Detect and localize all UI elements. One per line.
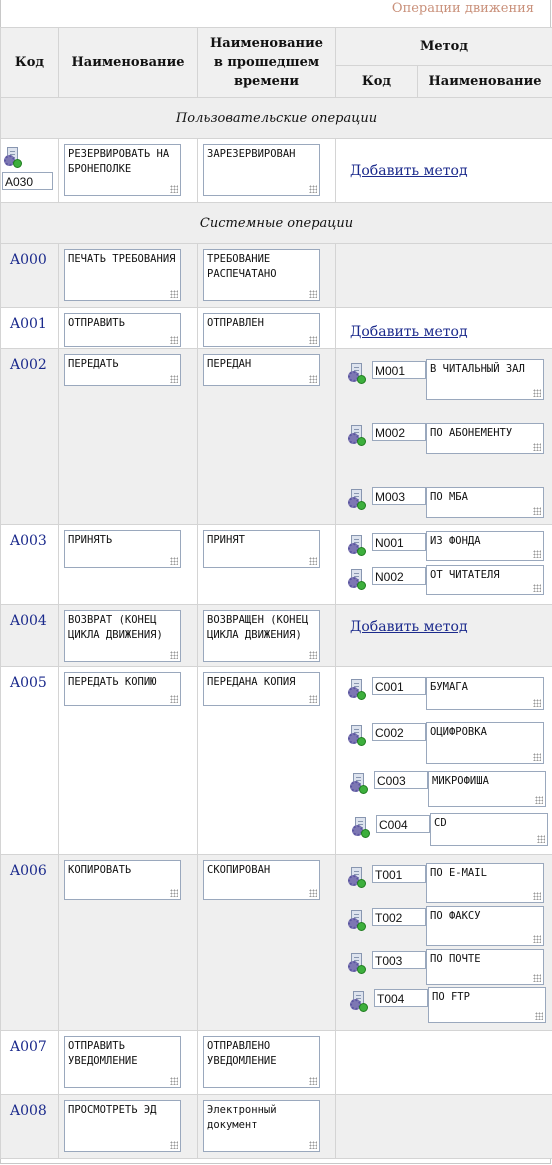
op-name-field[interactable]: ПЕРЕДАТЬ КОПИЮ: [64, 672, 181, 706]
methods-cell: T001 ПО E-MAIL T002 ПО ФАКСУ T003 ПО ПОЧ…: [335, 854, 552, 1031]
method-code-input[interactable]: T003: [372, 951, 426, 969]
header-method: Метод: [335, 27, 552, 66]
add-method-link[interactable]: Добавить метод: [336, 163, 468, 179]
op-code[interactable]: A001: [0, 307, 59, 349]
method-icon[interactable]: [352, 817, 372, 838]
op-name-field[interactable]: ПЕРЕДАТЬ: [64, 354, 181, 386]
add-method-link[interactable]: Добавить метод: [336, 324, 468, 340]
methods-cell: C001 БУМАГА C002 ОЦИФРОВКА C003 МИКРОФИШ…: [335, 666, 552, 855]
op-past-field[interactable]: ПЕРЕДАН: [203, 354, 320, 386]
user-op-name-field[interactable]: РЕЗЕРВИРОВАТЬ НА БРОНЕПОЛКЕ: [64, 144, 181, 196]
section-user-operations: Пользовательские операции: [0, 97, 552, 139]
method-icon[interactable]: [350, 991, 370, 1012]
method-name-field[interactable]: ПО МБА: [426, 487, 544, 518]
op-past-field[interactable]: ОТПРАВЛЕН: [203, 313, 320, 347]
methods-cell: N001 ИЗ ФОНДА N002 ОТ ЧИТАТЕЛЯ: [335, 524, 552, 605]
header-past-name: Наименование в прошедшем времени: [197, 27, 336, 98]
method-icon[interactable]: [350, 773, 370, 794]
method-name-field[interactable]: CD: [430, 813, 548, 846]
method-code-input[interactable]: C003: [374, 771, 428, 789]
method-icon[interactable]: [348, 425, 368, 446]
method-name-field[interactable]: ОЦИФРОВКА: [426, 722, 544, 764]
method-code-input[interactable]: T002: [372, 908, 426, 926]
edit-doc-icon[interactable]: [4, 147, 24, 168]
method-code-input[interactable]: M002: [372, 423, 426, 441]
op-name-field[interactable]: ОТПРАВИТЬ УВЕДОМЛЕНИЕ: [64, 1036, 181, 1088]
op-past-field[interactable]: ПРИНЯТ: [203, 530, 320, 568]
method-name-field[interactable]: ОТ ЧИТАТЕЛЯ: [426, 565, 544, 595]
user-op-code-cell: A030: [0, 138, 59, 203]
op-past-field[interactable]: ВОЗВРАЩЕН (КОНЕЦ ЦИКЛА ДВИЖЕНИЯ): [203, 610, 320, 662]
op-code[interactable]: A004: [0, 604, 59, 667]
op-name-field[interactable]: ОТПРАВИТЬ: [64, 313, 181, 347]
op-past-field[interactable]: ОТПРАВЛЕНО УВЕДОМЛЕНИЕ: [203, 1036, 320, 1088]
method-name-field[interactable]: В ЧИТАЛЬНЫЙ ЗАЛ: [426, 359, 544, 400]
method-name-field[interactable]: МИКРОФИША: [428, 771, 546, 807]
method-name-field[interactable]: ПО АБОНЕМЕНТУ: [426, 423, 544, 454]
method-icon[interactable]: [348, 867, 368, 888]
method-code-input[interactable]: M001: [372, 361, 426, 379]
op-past-field[interactable]: СКОПИРОВАН: [203, 860, 320, 900]
method-code-input[interactable]: C001: [372, 677, 426, 695]
section-system-operations: Системные операции: [0, 202, 552, 244]
op-past-field[interactable]: ПЕРЕДАНА КОПИЯ: [203, 672, 320, 706]
op-code[interactable]: A002: [0, 348, 59, 525]
method-code-input[interactable]: N001: [372, 533, 426, 551]
op-past-field[interactable]: ТРЕБОВАНИЕ РАСПЕЧАТАНО: [203, 249, 320, 301]
method-name-field[interactable]: ПО ПОЧТЕ: [426, 949, 544, 985]
method-icon[interactable]: [348, 679, 368, 700]
op-code[interactable]: A003: [0, 524, 59, 605]
add-method-link[interactable]: Добавить метод: [336, 619, 468, 635]
method-code-input[interactable]: T001: [372, 865, 426, 883]
op-code[interactable]: A000: [0, 243, 59, 308]
op-name-field[interactable]: КОПИРОВАТЬ: [64, 860, 181, 900]
method-name-field[interactable]: ПО E-MAIL: [426, 863, 544, 903]
method-code-input[interactable]: C002: [372, 723, 426, 741]
operations-table: Код Наименование Наименование в прошедше…: [0, 27, 552, 1159]
user-op-code-input[interactable]: A030: [2, 172, 53, 190]
op-code[interactable]: A007: [0, 1030, 59, 1095]
op-name-field[interactable]: ПРОСМОТРЕТЬ ЭД: [64, 1100, 181, 1152]
op-name-field[interactable]: ПЕЧАТЬ ТРЕБОВАНИЯ: [64, 249, 181, 301]
op-code[interactable]: A008: [0, 1094, 59, 1159]
method-code-input[interactable]: T004: [374, 989, 428, 1007]
method-icon[interactable]: [348, 910, 368, 931]
page-title: Операции движения: [391, 1, 534, 16]
op-name-field[interactable]: ВОЗВРАТ (КОНЕЦ ЦИКЛА ДВИЖЕНИЯ): [64, 610, 181, 662]
op-code[interactable]: A005: [0, 666, 59, 855]
method-name-field[interactable]: БУМАГА: [426, 677, 544, 710]
method-icon[interactable]: [348, 363, 368, 384]
header-method-code: Код: [335, 65, 418, 98]
op-name-field[interactable]: ПРИНЯТЬ: [64, 530, 181, 568]
method-code-input[interactable]: N002: [372, 567, 426, 585]
op-past-field[interactable]: Электронный документ: [203, 1100, 320, 1152]
method-name-field[interactable]: ИЗ ФОНДА: [426, 531, 544, 561]
method-icon[interactable]: [348, 489, 368, 510]
methods-cell: M001 В ЧИТАЛЬНЫЙ ЗАЛ M002 ПО АБОНЕМЕНТУ …: [335, 348, 552, 525]
method-name-field[interactable]: ПО ФАКСУ: [426, 906, 544, 946]
header-name: Наименование: [58, 27, 198, 98]
method-code-input[interactable]: C004: [376, 815, 430, 833]
header-method-name: Наименование: [417, 65, 552, 98]
header-code: Код: [0, 27, 59, 98]
method-icon[interactable]: [348, 953, 368, 974]
method-icon[interactable]: [348, 725, 368, 746]
method-name-field[interactable]: ПО FTP: [428, 987, 546, 1023]
method-icon[interactable]: [348, 535, 368, 556]
op-code[interactable]: A006: [0, 854, 59, 1031]
method-icon[interactable]: [348, 569, 368, 590]
user-op-past-field[interactable]: ЗАРЕЗЕРВИРОВАН: [203, 144, 320, 196]
method-code-input[interactable]: M003: [372, 487, 426, 505]
